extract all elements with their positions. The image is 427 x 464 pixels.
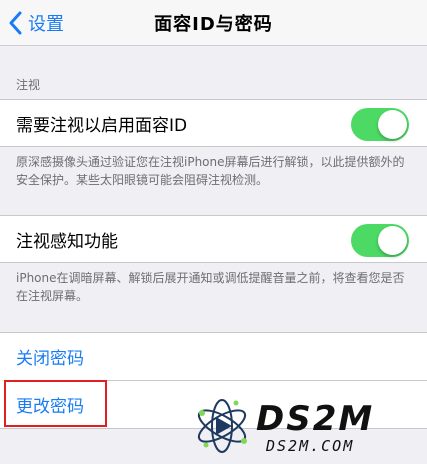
toggle-knob [378, 226, 407, 255]
require-attention-toggle[interactable] [351, 108, 409, 141]
attention-aware-toggle[interactable] [351, 224, 409, 257]
turn-off-passcode-label: 关闭密码 [16, 349, 84, 369]
attention-aware-label: 注视感知功能 [16, 231, 118, 252]
turn-off-passcode-cell[interactable]: 关闭密码 [0, 332, 427, 380]
attention-aware-footer: iPhone在调暗屏幕、解锁后展开通知或调低提醒音量之前，将查看您是否在注视屏幕… [16, 271, 405, 303]
navigation-bar: 设置 面容ID与密码 [0, 0, 427, 46]
page-title: 面容ID与密码 [154, 14, 273, 35]
attention-aware-cell: 注视感知功能 [0, 215, 427, 263]
require-attention-label: 需要注视以启用面容ID [16, 115, 188, 136]
section-header-attention: 注视 [16, 78, 41, 92]
atom-logo-icon [192, 393, 252, 463]
watermark-domain: DS2M.COM [266, 437, 355, 455]
highlight-box [4, 380, 107, 427]
require-attention-cell: 需要注视以启用面容ID [0, 99, 427, 147]
require-attention-footer: 原深感摄像头通过验证您在注视iPhone屏幕后进行解锁，以此提供额外的安全保护。… [16, 155, 405, 187]
watermark-text: DS2M DS2M.COM [256, 401, 374, 455]
watermark-brand: DS2M [256, 399, 375, 439]
toggle-knob [378, 110, 407, 139]
watermark: DS2M DS2M.COM [192, 392, 427, 464]
